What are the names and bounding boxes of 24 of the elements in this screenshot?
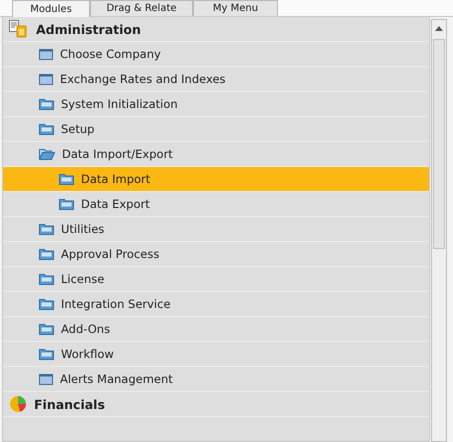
tab[interactable]: Modules xyxy=(12,0,90,17)
tab[interactable]: My Menu xyxy=(193,0,278,16)
module-row[interactable]: Administration xyxy=(3,17,429,42)
folder-icon xyxy=(39,98,54,110)
folder-icon xyxy=(39,248,54,260)
window-icon xyxy=(39,374,53,384)
document-icon xyxy=(9,20,29,38)
window-icon xyxy=(39,48,53,60)
folder-icon xyxy=(39,273,54,285)
folder-icon xyxy=(59,198,74,210)
scroll-thumb[interactable] xyxy=(433,39,445,249)
folder-icon xyxy=(39,348,54,360)
folder-icon xyxy=(59,173,74,185)
tab[interactable]: Drag & Relate xyxy=(90,0,193,16)
folder-icon xyxy=(39,323,54,335)
pie-chart-icon xyxy=(9,395,27,413)
scrollbar[interactable] xyxy=(431,19,447,442)
scroll-up-icon[interactable] xyxy=(435,26,443,31)
open-folder-icon xyxy=(39,148,55,160)
window-icon xyxy=(39,74,53,84)
folder-icon xyxy=(39,223,54,235)
folder-icon xyxy=(39,123,54,135)
menu-item[interactable]: Data Import xyxy=(3,167,429,192)
folder-icon xyxy=(39,298,54,310)
